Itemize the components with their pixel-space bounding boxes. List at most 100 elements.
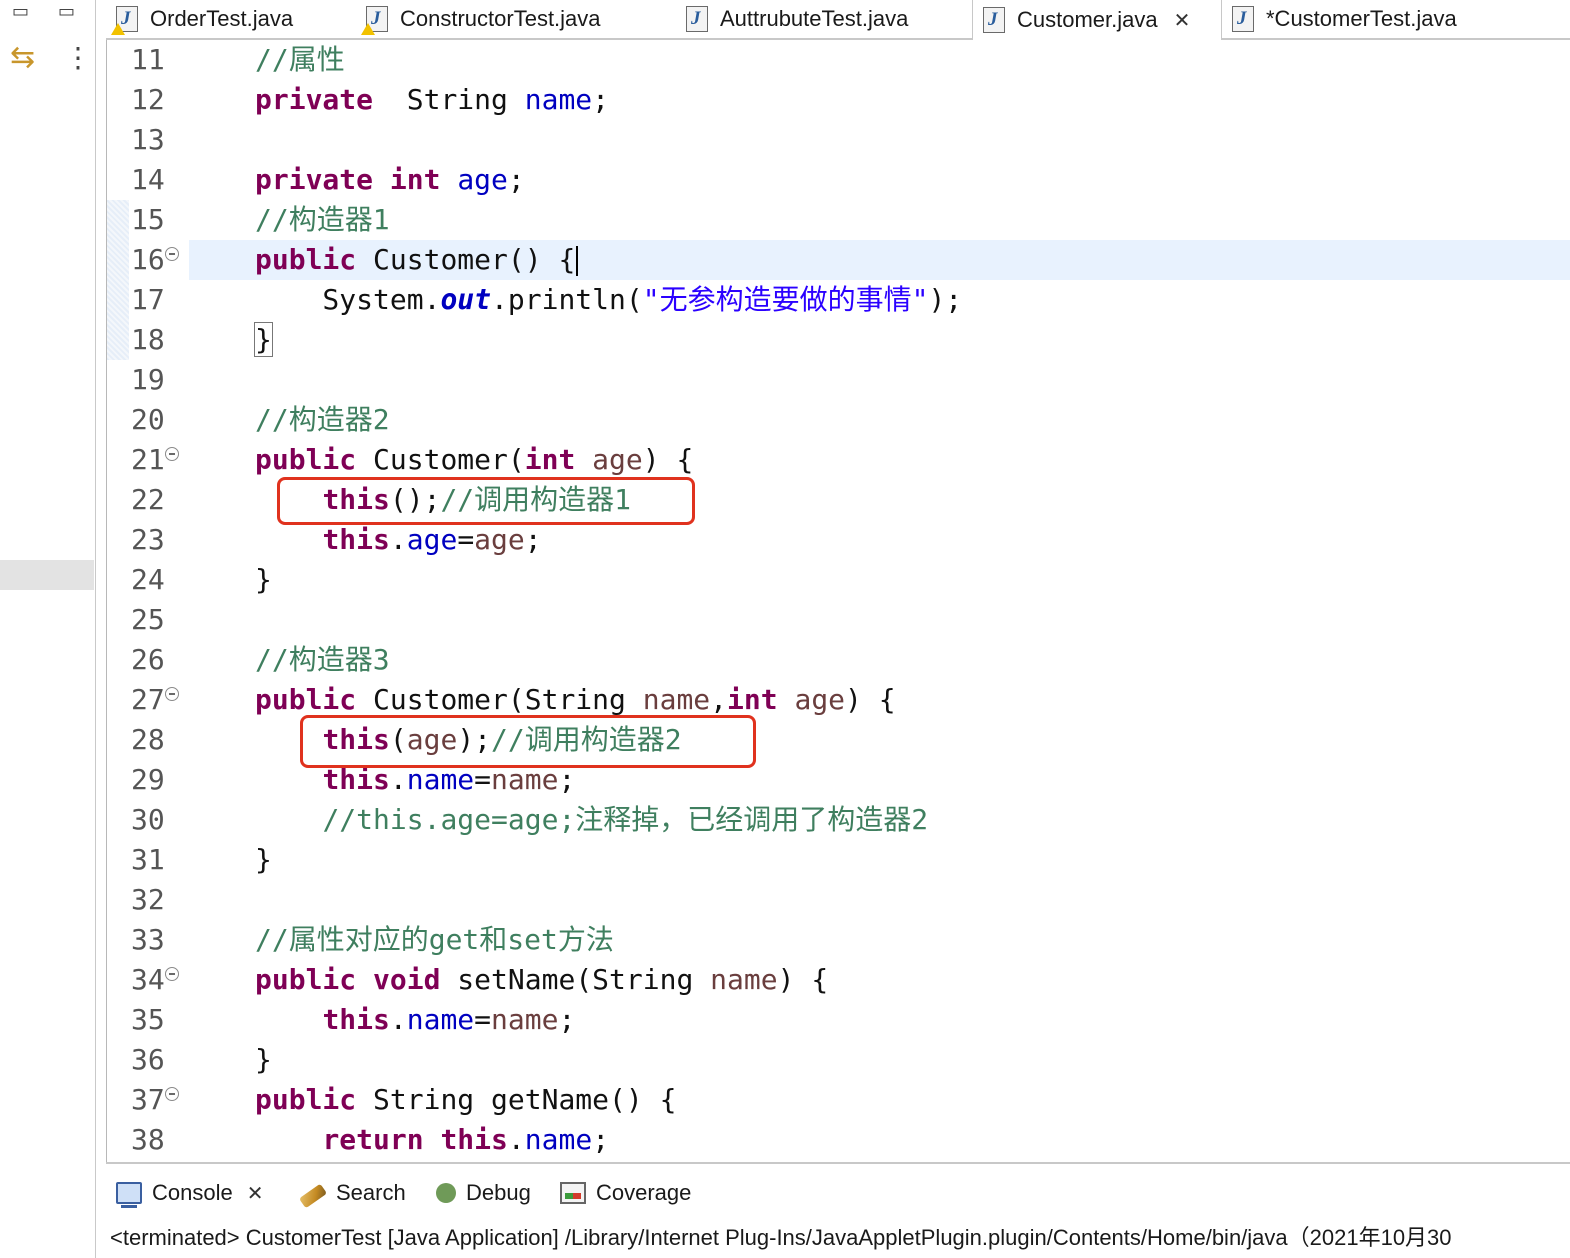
code-token: private (255, 163, 374, 196)
code-text: //构造器1 (255, 200, 390, 240)
line-number: 30 (131, 803, 165, 836)
code-editor[interactable]: 11 //属性 12 private String name; 13 14 private … (106, 40, 1570, 1162)
code-token: age (406, 523, 458, 556)
line-number: 18 (131, 323, 165, 356)
line-number: 28 (131, 723, 165, 756)
code-line[interactable]: 30 //this.age=age;注释掉，已经调用了构造器2 (107, 800, 1570, 840)
code-token: Customer( (356, 443, 525, 476)
line-number: 17 (131, 283, 165, 316)
line-number: 22 (131, 483, 165, 516)
code-token: return (322, 1123, 424, 1156)
fold-collapse-icon[interactable] (165, 687, 179, 701)
code-token: //构造器3 (255, 643, 390, 676)
line-number: 34 (131, 963, 165, 996)
tab-ordertest[interactable]: J OrderTest.java (106, 0, 356, 38)
close-icon[interactable]: ✕ (247, 1181, 264, 1206)
line-number: 29 (131, 763, 165, 796)
code-line[interactable]: 37 public String getName() { (107, 1080, 1570, 1120)
java-file-icon: J (1232, 6, 1254, 32)
code-line[interactable]: 16 public Customer() { (107, 240, 1570, 280)
code-token: //属性对应的get和set方法 (255, 923, 614, 956)
line-number: 12 (131, 83, 165, 116)
code-token: name (524, 83, 593, 116)
code-line[interactable]: 11 //属性 (107, 40, 1570, 80)
line-number: 20 (131, 403, 165, 436)
code-token: = (474, 1003, 492, 1036)
line-number: 38 (131, 1123, 165, 1156)
fold-collapse-icon[interactable] (165, 447, 179, 461)
line-number: 11 (131, 43, 165, 76)
tab-console[interactable]: Console ✕ (116, 1172, 264, 1214)
tab-coverage[interactable]: Coverage (560, 1172, 691, 1214)
code-token: age (474, 523, 525, 556)
code-line[interactable]: 31} (107, 840, 1570, 880)
view-menu-icon[interactable]: ⋮ (64, 44, 92, 72)
code-line[interactable]: 23 this.age=age; (107, 520, 1570, 560)
code-token: public (255, 243, 357, 276)
sync-icon[interactable]: ⇆ (10, 43, 35, 73)
code-text: return this.name; (255, 1120, 609, 1160)
tab-auttrubutetest[interactable]: J AuttrubuteTest.java (676, 0, 972, 38)
code-line[interactable]: 17 System.out.println("无参构造要做的事情"); (107, 280, 1570, 320)
coverage-icon (560, 1182, 586, 1204)
console-tab-bar: Console ✕ Search Debug Coverage (106, 1162, 1570, 1220)
code-line[interactable]: 26 //构造器3 (107, 640, 1570, 680)
maximize-icon[interactable]: ▭ (58, 2, 75, 22)
code-line[interactable]: 21 public Customer(int age) { (107, 440, 1570, 480)
code-token: private (255, 83, 374, 116)
fold-collapse-icon[interactable] (165, 247, 179, 261)
line-number: 23 (131, 523, 165, 556)
annotation-box-this-age-call (300, 715, 756, 768)
code-token: String (373, 83, 525, 116)
tab-search[interactable]: Search (298, 1172, 406, 1214)
code-text: public Customer(int age) { (255, 440, 693, 480)
code-text: public Customer() { (255, 240, 579, 280)
code-line[interactable]: 19 (107, 360, 1570, 400)
line-number: 36 (131, 1043, 165, 1076)
code-text: } (255, 560, 272, 600)
tab-debug[interactable]: Debug (436, 1172, 531, 1214)
code-token: int (524, 443, 576, 476)
line-number: 26 (131, 643, 165, 676)
tab-customer[interactable]: J Customer.java ✕ (972, 0, 1222, 40)
code-line[interactable]: 14 private int age; (107, 160, 1570, 200)
code-line[interactable]: 32 (107, 880, 1570, 920)
code-text: public Customer(String name,int age) { (255, 680, 896, 720)
code-line[interactable]: 15 //构造器1 (107, 200, 1570, 240)
code-line[interactable]: 34 public void setName(String name) { (107, 960, 1570, 1000)
tab-customertest[interactable]: J *CustomerTest.java (1222, 0, 1570, 38)
code-token: this (440, 1123, 508, 1156)
code-line[interactable]: 12 private String name; (107, 80, 1570, 120)
code-line[interactable]: 13 (107, 120, 1570, 160)
code-line[interactable]: 27 public Customer(String name,int age) { (107, 680, 1570, 720)
code-line[interactable]: 24} (107, 560, 1570, 600)
code-token: out (440, 283, 492, 316)
line-number: 25 (131, 603, 165, 636)
code-line[interactable]: 36} (107, 1040, 1570, 1080)
code-line[interactable]: 38 return this.name; (107, 1120, 1570, 1160)
editor-tab-bar: J OrderTest.java J ConstructorTest.java … (106, 0, 1570, 40)
code-text: //构造器3 (255, 640, 390, 680)
code-token: //构造器1 (255, 203, 390, 236)
minimize-icon[interactable]: ▭ (12, 2, 29, 22)
code-token: "无参构造要做的事情" (642, 283, 929, 316)
code-text: //属性 (255, 40, 345, 80)
tab-label: Search (336, 1180, 406, 1205)
code-line[interactable]: 35 this.name=name; (107, 1000, 1570, 1040)
java-file-warning-icon: J (361, 6, 388, 35)
code-token: System. (255, 283, 441, 316)
code-token: ) { (777, 963, 829, 996)
close-icon[interactable]: ✕ (1174, 8, 1191, 33)
code-line[interactable]: 33 //属性对应的get和set方法 (107, 920, 1570, 960)
fold-collapse-icon[interactable] (165, 1087, 179, 1101)
fold-collapse-icon[interactable] (165, 967, 179, 981)
selected-outline-row[interactable] (0, 560, 94, 590)
code-line[interactable]: 20 //构造器2 (107, 400, 1570, 440)
code-line[interactable]: 25 (107, 600, 1570, 640)
code-line[interactable]: 18} (107, 320, 1570, 360)
tab-constructortest[interactable]: J ConstructorTest.java (356, 0, 676, 38)
code-token: ); (928, 283, 963, 316)
